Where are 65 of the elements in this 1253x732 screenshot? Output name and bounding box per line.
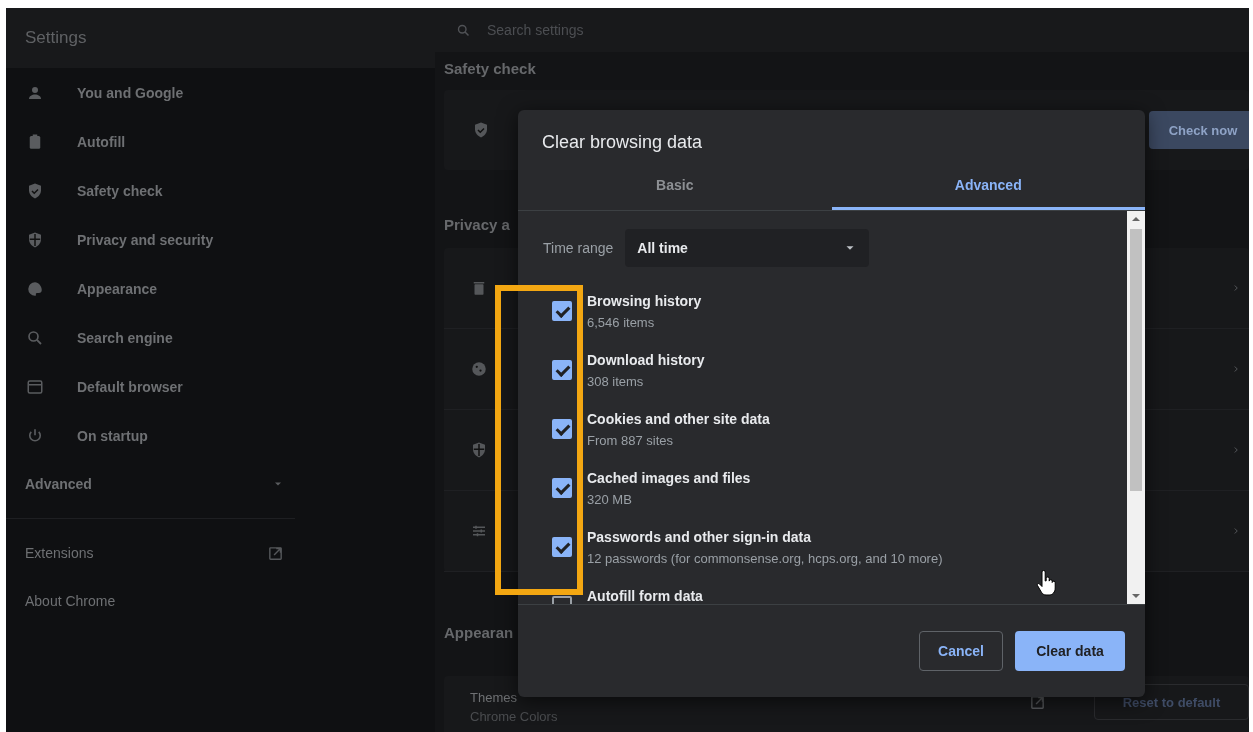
scrollbar[interactable] [1127, 211, 1145, 604]
item-detail: From 887 sites [587, 433, 674, 448]
sidebar-item[interactable]: Autofill [6, 117, 435, 166]
check-now-button[interactable]: Check now [1149, 111, 1249, 149]
item-title: Autofill form data [587, 588, 703, 604]
checkbox[interactable] [552, 478, 572, 498]
section-heading: Appearan [444, 623, 514, 643]
advanced-toggle[interactable]: Advanced [6, 460, 435, 508]
clear-data-button[interactable]: Clear data [1015, 631, 1125, 671]
sidebar-item[interactable]: Appearance [6, 264, 435, 313]
sidebar-item-label: You and Google [77, 84, 184, 101]
dialog-title: Clear browsing data [541, 131, 704, 154]
external-link-icon [267, 544, 284, 562]
item-title: Download history [587, 352, 705, 368]
sidebar-item[interactable]: Default browser [6, 362, 435, 411]
advanced-label: Advanced [25, 476, 92, 492]
item-title: Cached images and files [587, 470, 751, 486]
sidebar-item-label: Appearance [77, 280, 158, 297]
sidebar-item-label: Safety check [77, 182, 163, 199]
section-heading: Privacy a [444, 215, 510, 235]
tab[interactable]: Basic [518, 162, 832, 210]
search-icon [456, 22, 471, 38]
time-range-label: Time range [543, 240, 614, 256]
checkbox[interactable] [552, 360, 572, 380]
item-detail: 320 MB [587, 492, 633, 507]
checkbox[interactable] [552, 301, 572, 321]
cancel-button[interactable]: Cancel [919, 631, 1003, 671]
sidebar-item-label: Search engine [77, 329, 173, 346]
time-range-dropdown[interactable]: All time [625, 229, 870, 267]
shield-icon [26, 230, 44, 249]
themes-label: Themes [470, 690, 518, 705]
shield-icon [470, 441, 488, 459]
sidebar-link-label: About Chrome [25, 593, 116, 609]
external-link-icon [1029, 694, 1046, 711]
palette-icon [26, 279, 44, 298]
sidebar-item-label: Privacy and security [77, 231, 214, 248]
item-title: Cookies and other site data [587, 411, 770, 427]
sidebar-link[interactable]: About Chrome [6, 577, 435, 625]
sidebar-item-label: On startup [77, 427, 148, 444]
search-icon [26, 328, 44, 347]
hand-cursor-icon [1036, 570, 1056, 596]
item-detail: 12 passwords (for commonsense.org, hcps.org, and 10 more) [587, 551, 943, 566]
tab[interactable]: Advanced [831, 162, 1145, 210]
sidebar-item[interactable]: On startup [6, 411, 435, 460]
settings-title: Settings [25, 28, 87, 48]
power-icon [26, 426, 44, 445]
checkbox[interactable] [552, 537, 572, 557]
shield-check-icon [26, 181, 44, 200]
sidebar-item[interactable]: Privacy and security [6, 215, 435, 264]
sidebar-item[interactable]: You and Google [6, 68, 435, 117]
sidebar-link-label: Extensions [25, 545, 94, 561]
shield-check-icon [472, 121, 490, 139]
sidebar-item[interactable]: Safety check [6, 166, 435, 215]
browser-window-icon [26, 377, 44, 396]
sidebar-link[interactable]: Extensions [6, 529, 435, 577]
section-heading: Safety check [444, 59, 536, 79]
sidebar-item-label: Autofill [77, 133, 126, 150]
item-detail: 308 items [587, 374, 645, 389]
item-title: Browsing history [587, 293, 702, 309]
sidebar-item-label: Default browser [77, 378, 183, 395]
sidebar-item[interactable]: Search engine [6, 313, 435, 362]
item-title: Passwords and other sign-in data [587, 529, 813, 545]
item-detail: 6,546 items [587, 315, 656, 330]
checkbox[interactable] [552, 419, 572, 439]
cookie-icon [470, 360, 488, 378]
